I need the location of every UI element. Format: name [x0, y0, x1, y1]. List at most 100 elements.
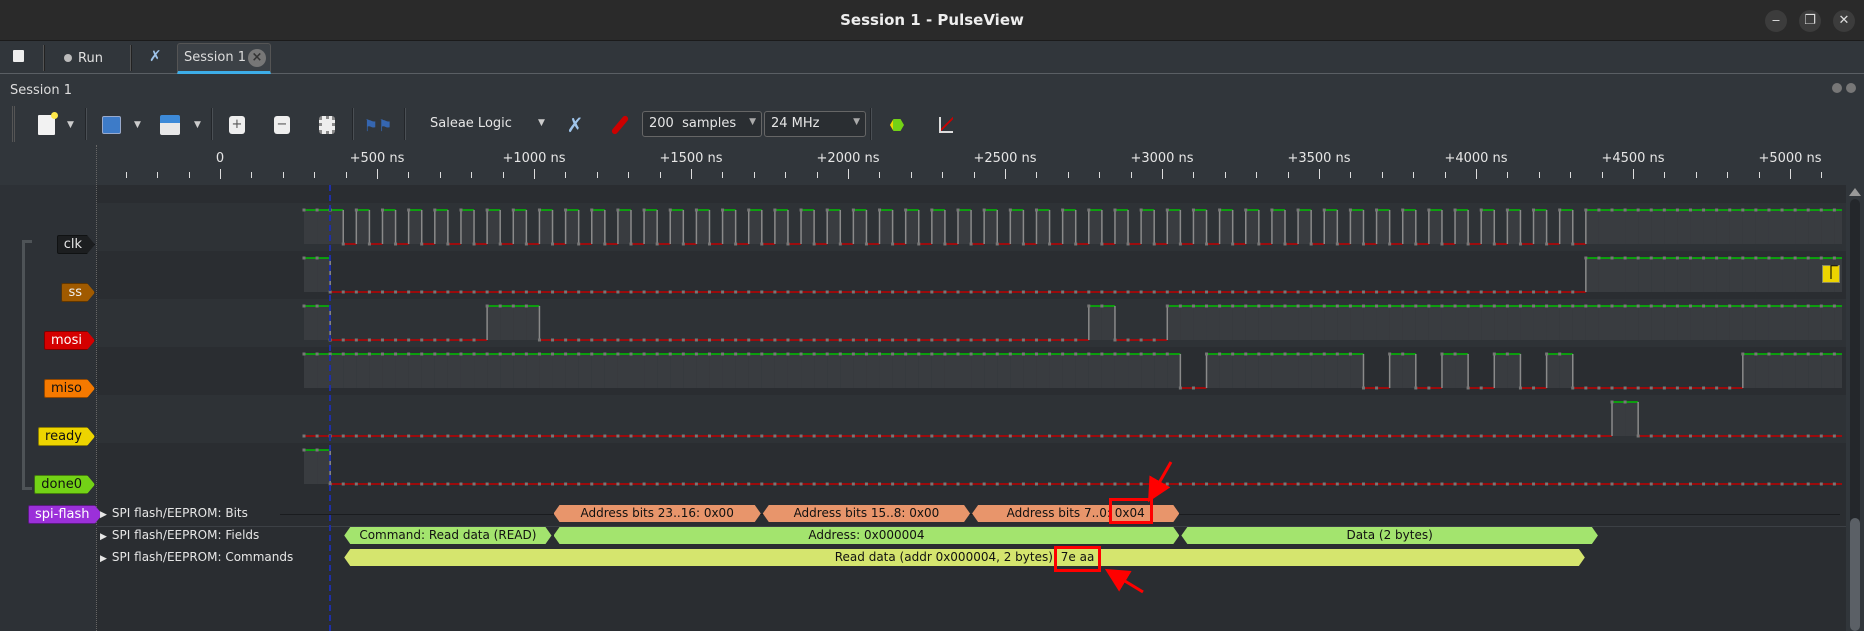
zoom-out-icon: − — [274, 116, 290, 134]
zoom-in-button[interactable]: + — [228, 108, 246, 142]
new-session-button[interactable] — [35, 108, 58, 142]
waveform-ss — [302, 256, 1842, 294]
ruler-minor-tick — [1664, 172, 1666, 178]
probe-button[interactable] — [608, 108, 632, 142]
channel-label-done0[interactable]: done0 — [34, 475, 95, 494]
waveform-clk — [302, 208, 1842, 246]
annotation[interactable]: Data (2 bytes) — [1181, 527, 1598, 544]
separator — [43, 45, 45, 71]
ruler-minor-tick — [910, 172, 912, 178]
save-button[interactable] — [158, 108, 182, 142]
minimize-button[interactable]: ‒ — [1765, 10, 1787, 32]
ruler-label: +1500 ns — [659, 151, 723, 166]
window-title: Session 1 - PulseView — [840, 11, 1024, 29]
ruler-minor-tick — [753, 172, 755, 178]
annotation[interactable]: Address: 0x000004 — [554, 527, 1180, 544]
annotation[interactable]: Read data (addr 0x000004, 2 bytes): 7e a… — [344, 549, 1585, 566]
highlight-box-0x04 — [1109, 498, 1153, 524]
ruler-major-tick — [691, 169, 692, 179]
cursor-line[interactable] — [329, 185, 331, 631]
ruler-minor-tick — [1099, 172, 1101, 178]
ruler-minor-tick — [1507, 172, 1509, 178]
open-button[interactable] — [100, 108, 122, 142]
decoder-label-spi-flash[interactable]: spi-flash — [28, 505, 103, 524]
separator — [870, 108, 872, 140]
expand-row-icon[interactable]: ▶ — [100, 554, 107, 564]
ruler-minor-tick — [188, 172, 190, 178]
vertical-scrollbar[interactable] — [1846, 185, 1864, 631]
ruler-minor-tick — [942, 172, 944, 178]
tools-icon: ✗ — [566, 113, 584, 137]
samplerate-select[interactable]: 24 MHz ▼ — [764, 111, 866, 137]
trigger-falling-edge-icon[interactable]: ⎾ — [1822, 265, 1840, 283]
title-bar: Session 1 - PulseView ‒ ❐ ✕ — [0, 0, 1864, 41]
close-tab-icon[interactable]: × — [248, 49, 266, 67]
zoom-in-icon: + — [229, 116, 245, 134]
channel-label-miso[interactable]: miso — [44, 379, 95, 398]
decoder-icon — [890, 119, 904, 131]
waveform-mosi — [302, 304, 1842, 342]
ruler-minor-tick — [439, 172, 441, 178]
ruler-minor-tick — [314, 172, 316, 178]
new-document-icon — [37, 112, 58, 135]
sample-count-select[interactable]: 200 samples ▼ — [642, 111, 762, 137]
settings-tools-icon[interactable]: ✗ — [149, 47, 162, 65]
toolbar-grip[interactable] — [12, 106, 15, 142]
ruler-minor-tick — [1224, 172, 1226, 178]
time-ruler[interactable]: 0 +500 ns +1000 ns +1500 ns +2000 ns +2500 ns… — [0, 145, 1846, 185]
ruler-minor-tick — [1821, 172, 1823, 178]
expand-row-icon[interactable]: ▶ — [100, 510, 107, 520]
zoom-out-button[interactable]: − — [273, 108, 291, 142]
configure-device-button[interactable]: ✗ — [563, 108, 587, 142]
ruler-minor-tick — [157, 172, 159, 178]
chevron-down-icon: ▼ — [538, 118, 545, 128]
separator — [352, 108, 354, 140]
cursor-button[interactable]: ⚑⚑ — [364, 108, 393, 142]
scroll-thumb[interactable] — [1850, 518, 1860, 631]
float-panel-icon[interactable] — [1832, 83, 1842, 93]
ruler-minor-tick — [1413, 172, 1415, 178]
ruler-minor-tick — [1350, 172, 1352, 178]
ruler-label: +4500 ns — [1601, 151, 1665, 166]
stop-icon[interactable] — [13, 50, 24, 62]
annotation[interactable]: Address bits 23..16: 0x00 — [554, 505, 761, 522]
ruler-label: +2500 ns — [973, 151, 1037, 166]
ruler-minor-tick — [1727, 172, 1729, 178]
zoom-fit-button[interactable] — [318, 108, 336, 142]
device-selector[interactable]: Saleae Logic ▼ — [430, 116, 560, 136]
ruler-minor-tick — [1130, 172, 1132, 178]
ruler-major-tick — [534, 169, 535, 179]
decoder-row[interactable]: ▶ SPI flash/EEPROM: Commands — [100, 550, 293, 564]
add-decoder-button[interactable] — [886, 108, 908, 142]
ruler-major-tick — [1005, 169, 1006, 179]
annotation[interactable]: Address bits 15..8: 0x00 — [763, 505, 970, 522]
decoder-row-label: SPI flash/EEPROM: Bits — [111, 506, 248, 520]
close-button[interactable]: ✕ — [1833, 10, 1855, 32]
open-dropdown-arrow[interactable]: ▼ — [134, 120, 141, 130]
channel-label-clk[interactable]: clk — [57, 235, 95, 254]
channel-label-ready[interactable]: ready — [38, 427, 95, 446]
ruler-label: +4000 ns — [1444, 151, 1508, 166]
ruler-major-tick — [848, 169, 849, 179]
annotation[interactable]: Command: Read data (READ) — [344, 527, 551, 544]
tab-session-1[interactable]: Session 1 × — [177, 43, 271, 74]
ruler-minor-tick — [596, 172, 598, 178]
expand-row-icon[interactable]: ▶ — [100, 532, 107, 542]
highlight-box-7e-aa — [1054, 546, 1101, 572]
scroll-up-icon[interactable] — [1849, 188, 1861, 196]
waveform-ready — [302, 400, 1842, 438]
new-dropdown-arrow[interactable]: ▼ — [67, 120, 74, 130]
channel-label-mosi[interactable]: mosi — [44, 331, 95, 350]
save-dropdown-arrow[interactable]: ▼ — [194, 120, 201, 130]
close-panel-icon[interactable] — [1846, 83, 1856, 93]
add-math-signal-button[interactable] — [936, 108, 956, 142]
run-button[interactable]: Run — [64, 50, 103, 66]
probe-icon — [610, 114, 630, 136]
restore-button[interactable]: ❐ — [1799, 10, 1821, 32]
separator — [211, 108, 213, 140]
ruler-minor-tick — [1036, 172, 1038, 178]
ruler-label: +5000 ns — [1758, 151, 1822, 166]
decoder-row[interactable]: ▶ SPI flash/EEPROM: Fields — [100, 528, 259, 542]
ruler-minor-tick — [1287, 172, 1289, 178]
decoder-row[interactable]: ▶ SPI flash/EEPROM: Bits — [100, 506, 248, 520]
